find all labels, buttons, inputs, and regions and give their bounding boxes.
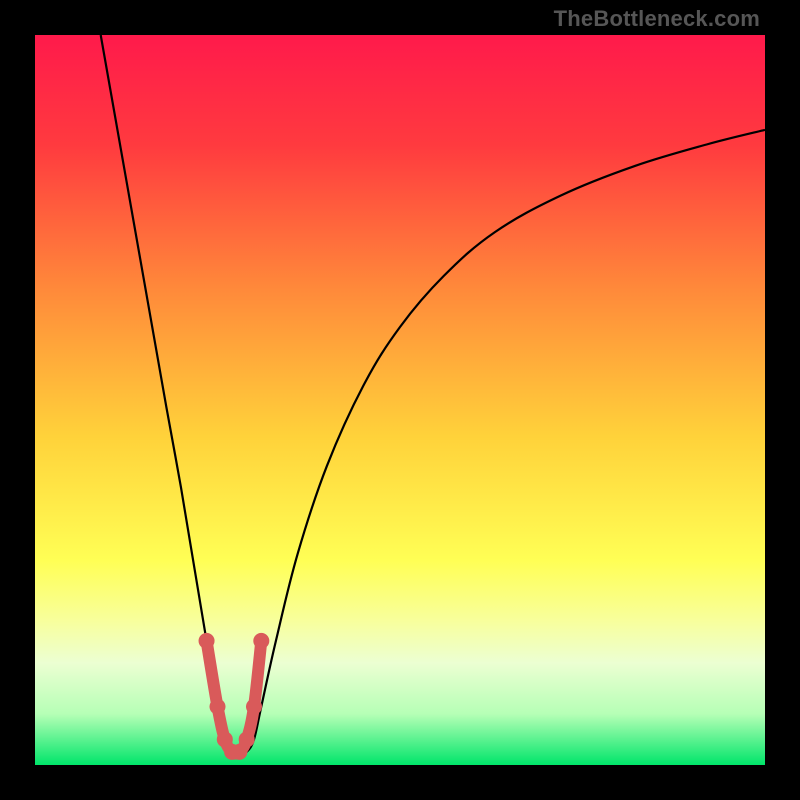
plot-area xyxy=(35,35,765,765)
gradient-background xyxy=(35,35,765,765)
chart-svg xyxy=(35,35,765,765)
valley-marker-dot xyxy=(199,633,215,649)
valley-marker-dot xyxy=(246,699,262,715)
valley-marker-dot xyxy=(239,731,255,747)
watermark-text: TheBottleneck.com xyxy=(554,6,760,32)
chart-frame: TheBottleneck.com xyxy=(0,0,800,800)
valley-marker-dot xyxy=(253,633,269,649)
valley-marker-dot xyxy=(210,699,226,715)
